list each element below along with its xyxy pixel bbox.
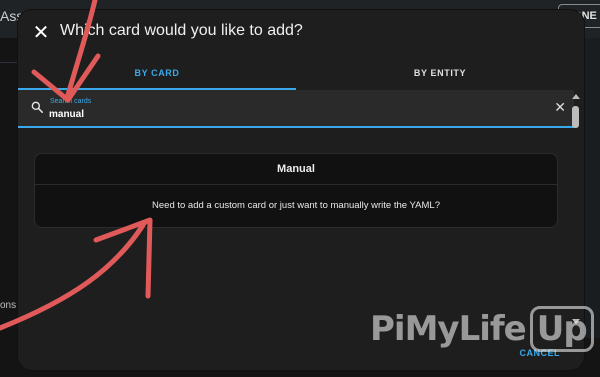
tab-by-card[interactable]: BY CARD	[18, 62, 296, 90]
card-title: Manual	[35, 154, 557, 185]
watermark-logo: PiMyLife Up	[370, 306, 594, 352]
scroll-thumb[interactable]	[572, 106, 579, 128]
background-text-fragment: ons	[0, 300, 17, 311]
search-field[interactable]: Search cards ✕	[18, 90, 574, 128]
close-icon[interactable]: ✕	[32, 23, 50, 43]
background-divider	[0, 62, 18, 63]
clear-icon[interactable]: ✕	[554, 99, 566, 116]
search-icon	[31, 101, 44, 114]
scroll-up-icon[interactable]	[572, 94, 580, 99]
search-label: Search cards	[50, 98, 92, 105]
scrollbar[interactable]	[572, 94, 582, 324]
search-input[interactable]	[49, 107, 489, 121]
background-right-strip	[582, 38, 600, 338]
tab-bar: BY CARD BY ENTITY	[18, 62, 584, 90]
manual-card[interactable]: Manual Need to add a custom card or just…	[34, 153, 558, 228]
tab-by-entity[interactable]: BY ENTITY	[296, 62, 584, 90]
card-description: Need to add a custom card or just want t…	[152, 200, 440, 211]
dialog-title: Which card would you like to add?	[60, 22, 303, 39]
